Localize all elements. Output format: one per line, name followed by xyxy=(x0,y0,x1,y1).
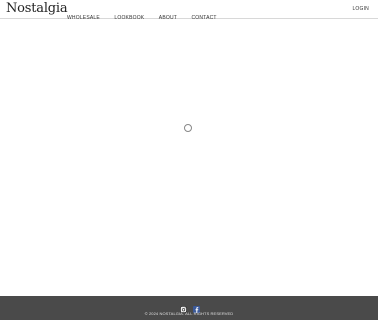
copyright-text: © 2024 NOSTALGIA. ALL RIGHTS RESERVED xyxy=(144,311,234,316)
site-logo[interactable]: Nostalgia xyxy=(6,1,68,17)
login-link[interactable]: LOGIN xyxy=(352,6,369,13)
main-nav: WHOLESALE LOOKBOOK ABOUT CONTACT xyxy=(67,6,227,21)
facebook-icon[interactable] xyxy=(193,300,201,313)
social-links xyxy=(180,300,202,313)
site-header: Nostalgia WHOLESALE LOOKBOOK ABOUT CONTA… xyxy=(0,0,378,21)
site-footer: © 2024 NOSTALGIA. ALL RIGHTS RESERVED xyxy=(0,296,378,320)
instagram-icon[interactable] xyxy=(180,300,187,313)
page-content xyxy=(0,20,378,296)
loading-spinner-icon xyxy=(184,124,192,132)
